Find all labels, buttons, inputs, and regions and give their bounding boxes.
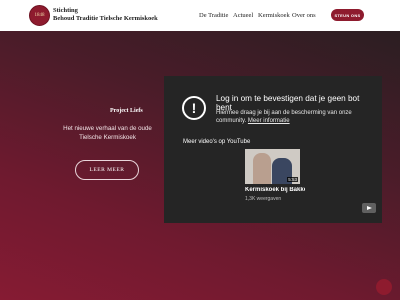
youtube-embed[interactable]: ! Log in om te bevestigen dat je geen bo… [164, 76, 382, 223]
hero-tagline: Het nieuwe verhaal van de oude Tielsche … [63, 125, 152, 141]
logo-text: 1848 [34, 13, 45, 18]
nav-link-actueel[interactable]: Actueel [233, 12, 253, 19]
logo-seal[interactable]: 1848 [29, 5, 50, 26]
nav-link-over-ons[interactable]: Over ons [292, 12, 316, 19]
video-thumbnail[interactable]: 5:53 [245, 149, 300, 184]
youtube-play-icon[interactable] [362, 203, 376, 213]
video-views: 1,3K weergaven [245, 196, 282, 202]
top-navigation-bar: 1848 Stichting Behoud Traditie Tielsche … [0, 0, 400, 31]
more-videos-heading: Meer video's op YouTube [183, 139, 251, 145]
nav-link-de-traditie[interactable]: De Traditie [199, 12, 228, 19]
more-info-link[interactable]: Meer informatie [248, 118, 290, 124]
brand-line-1: Stichting [53, 7, 78, 14]
hero-eyebrow: Project Liefs [110, 108, 143, 114]
steun-ons-button[interactable]: STEUN ONS [331, 9, 364, 21]
video-title[interactable]: Kermiskoek bij Bakke... [245, 187, 305, 193]
bot-check-description: Hiermee draag je bij aan de bescherming … [216, 109, 366, 125]
nav-link-kermiskoek[interactable]: Kermiskoek [258, 12, 290, 19]
leer-meer-button[interactable]: LEER MEER [75, 160, 139, 180]
brand-line-2: Behoud Traditie Tielsche Kermiskoek [53, 15, 158, 22]
chat-icon[interactable] [376, 279, 392, 295]
warning-icon: ! [182, 96, 206, 120]
video-duration: 5:53 [287, 177, 298, 182]
brand-name[interactable]: Stichting Behoud Traditie Tielsche Kermi… [53, 7, 158, 23]
thumbnail-person-1 [253, 153, 271, 184]
